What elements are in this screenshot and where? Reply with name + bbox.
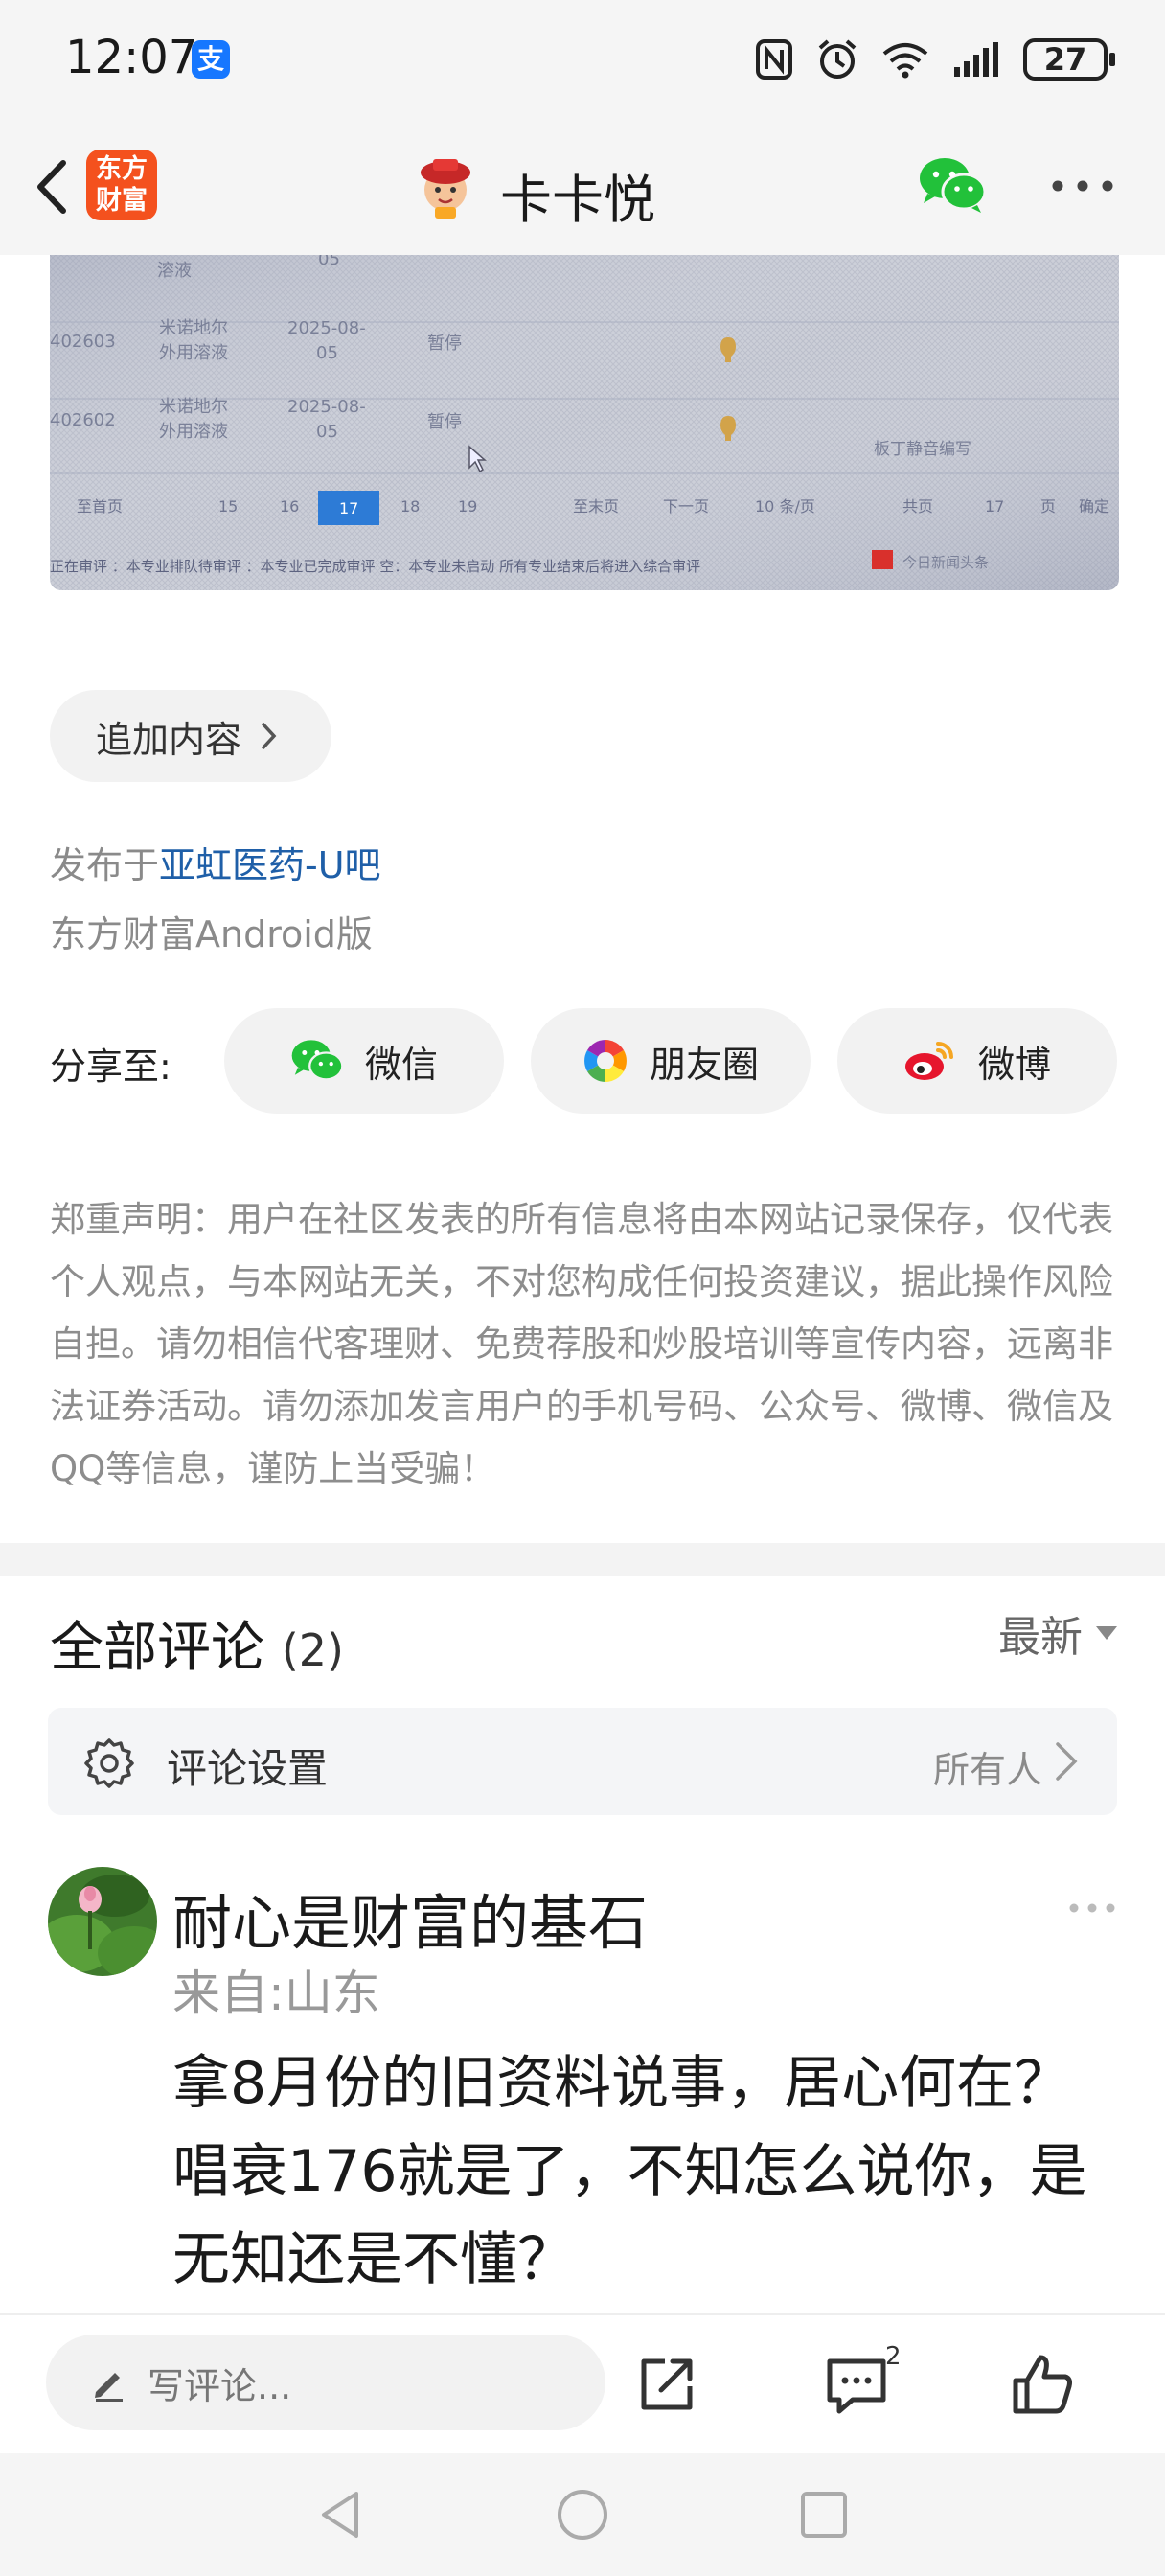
- bottom-action-bar: 写评论... 2: [0, 2313, 1165, 2453]
- image-text: 页: [1040, 497, 1056, 516]
- wechat-icon[interactable]: [918, 155, 987, 215]
- image-text: 暂停: [427, 412, 462, 432]
- image-legend: 正在审评 ：本专业排队待审评 ：本专业已完成审评 空：本专业未启动 所有专业结束…: [50, 558, 700, 575]
- image-text: 米诺地尔: [159, 318, 228, 338]
- image-text: 15: [218, 497, 238, 516]
- sort-label: 最新: [998, 1613, 1083, 1662]
- image-text: 05: [318, 255, 340, 269]
- image-text: 确定: [1079, 497, 1109, 516]
- brand-logo[interactable]: 东方财富: [86, 150, 157, 220]
- gear-icon: [84, 1738, 134, 1788]
- write-comment-placeholder: 写评论...: [148, 2364, 292, 2407]
- image-text: 05: [316, 343, 338, 363]
- share-moments-label: 朋友圈: [649, 1043, 759, 1086]
- image-toast: 板丁静音编写: [874, 440, 971, 459]
- write-comment-input[interactable]: 写评论...: [46, 2334, 605, 2430]
- section-divider: [0, 1543, 1165, 1576]
- nfc-icon: [756, 39, 792, 80]
- share-wechat-button[interactable]: 微信: [224, 1008, 504, 1114]
- comments-count: (2): [281, 1624, 344, 1676]
- share-moments-button[interactable]: 朋友圈: [531, 1008, 811, 1114]
- image-text: 05: [316, 422, 338, 442]
- client-source: 东方财富Android版: [50, 913, 373, 955]
- share-weibo-label: 微博: [977, 1043, 1051, 1086]
- image-text: 17: [339, 499, 358, 518]
- share-weibo-button[interactable]: 微博: [837, 1008, 1117, 1114]
- comment-settings-row[interactable]: 评论设置 所有人: [48, 1708, 1117, 1815]
- image-text: 10 条/页: [755, 497, 815, 516]
- post-image[interactable]: 溶液 05 402603 米诺地尔 外用溶液 2025-08- 05 暂停 40…: [50, 255, 1119, 590]
- avatar[interactable]: [48, 1867, 157, 1976]
- image-text: 共页: [902, 497, 933, 516]
- pen-icon: [95, 2373, 123, 2402]
- image-watermark: 今日新闻头条: [902, 554, 989, 571]
- moments-icon: [584, 1040, 627, 1082]
- image-text: 17: [985, 497, 1004, 516]
- comments-title: 全部评论: [50, 1617, 264, 1679]
- comment-body: 拿8月份的旧资料说事，居心何在？唱衰176就是了，不知怎么说你，是无知还是不懂？: [172, 2050, 1087, 2293]
- image-text: 402602: [50, 410, 116, 430]
- image-text: 18: [400, 497, 420, 516]
- published-prefix: 发布于: [50, 844, 160, 886]
- share-label: 分享至:: [50, 1046, 171, 1088]
- image-text: 至末页: [573, 497, 619, 516]
- sort-dropdown[interactable]: 最新: [998, 1602, 1117, 1664]
- wechat-icon: [291, 1040, 344, 1081]
- image-text: 2025-08-: [287, 318, 366, 338]
- image-text: 溶液: [157, 261, 192, 281]
- image-text: 外用溶液: [159, 422, 228, 442]
- image-text: 2025-08-: [287, 397, 366, 417]
- more-icon[interactable]: [1050, 178, 1115, 194]
- comment-count-badge: 2: [885, 2342, 902, 2371]
- disclaimer-text: 郑重声明：用户在社区发表的所有信息将由本网站记录保存，仅代表个人观点，与本网站无…: [50, 1199, 1113, 1489]
- comment-settings-value: 所有人: [932, 1749, 1042, 1791]
- nav-back-icon[interactable]: [312, 2486, 370, 2543]
- image-text: 米诺地尔: [159, 397, 228, 417]
- chevron-right-icon: [262, 723, 277, 749]
- author-avatar[interactable]: [412, 153, 479, 220]
- comment-settings-label: 评论设置: [167, 1745, 329, 1792]
- signal-icon: [954, 42, 998, 77]
- system-nav-bar: [0, 2453, 1165, 2576]
- status-icons: 27: [755, 34, 1115, 84]
- image-text: 至首页: [77, 497, 123, 516]
- wifi-icon: [882, 43, 928, 79]
- battery-indicator: 27: [1023, 38, 1115, 80]
- alipay-icon: 支: [192, 40, 230, 79]
- top-header: 东方财富 卡卡悦: [0, 119, 1165, 255]
- image-text: 16: [280, 497, 299, 516]
- chevron-right-icon: [1056, 1742, 1078, 1781]
- author-name[interactable]: 卡卡悦: [500, 157, 655, 233]
- status-bar: 12:07 支 27: [0, 0, 1165, 119]
- nav-home-icon[interactable]: [554, 2486, 611, 2543]
- comments-heading: 全部评论 (2): [50, 1604, 344, 1682]
- image-text: 下一页: [663, 497, 709, 516]
- image-text: 外用溶液: [159, 343, 228, 363]
- append-content-button[interactable]: 追加内容: [50, 690, 331, 782]
- share-icon[interactable]: [632, 2350, 701, 2419]
- caret-down-icon: [1096, 1626, 1117, 1640]
- weibo-icon: [904, 1042, 953, 1080]
- share-wechat-label: 微信: [364, 1043, 438, 1086]
- comment-username[interactable]: 耐心是财富的基石: [172, 1874, 648, 1961]
- image-text: 暂停: [427, 334, 462, 354]
- more-icon[interactable]: [1067, 1901, 1117, 1915]
- comment-location: 来自:山东: [172, 1966, 380, 2021]
- image-text: 402603: [50, 332, 116, 352]
- published-line: 发布于亚虹医药-U吧: [50, 836, 381, 888]
- back-icon[interactable]: [23, 153, 80, 220]
- stock-bar-link[interactable]: 亚虹医药-U吧: [159, 844, 381, 886]
- nav-recents-icon[interactable]: [795, 2486, 853, 2543]
- alarm-icon: [818, 39, 857, 79]
- like-icon[interactable]: [1008, 2350, 1077, 2419]
- status-time: 12:07: [65, 31, 198, 84]
- append-content-label: 追加内容: [96, 718, 242, 761]
- comment-icon[interactable]: [822, 2350, 891, 2419]
- image-text: 19: [458, 497, 477, 516]
